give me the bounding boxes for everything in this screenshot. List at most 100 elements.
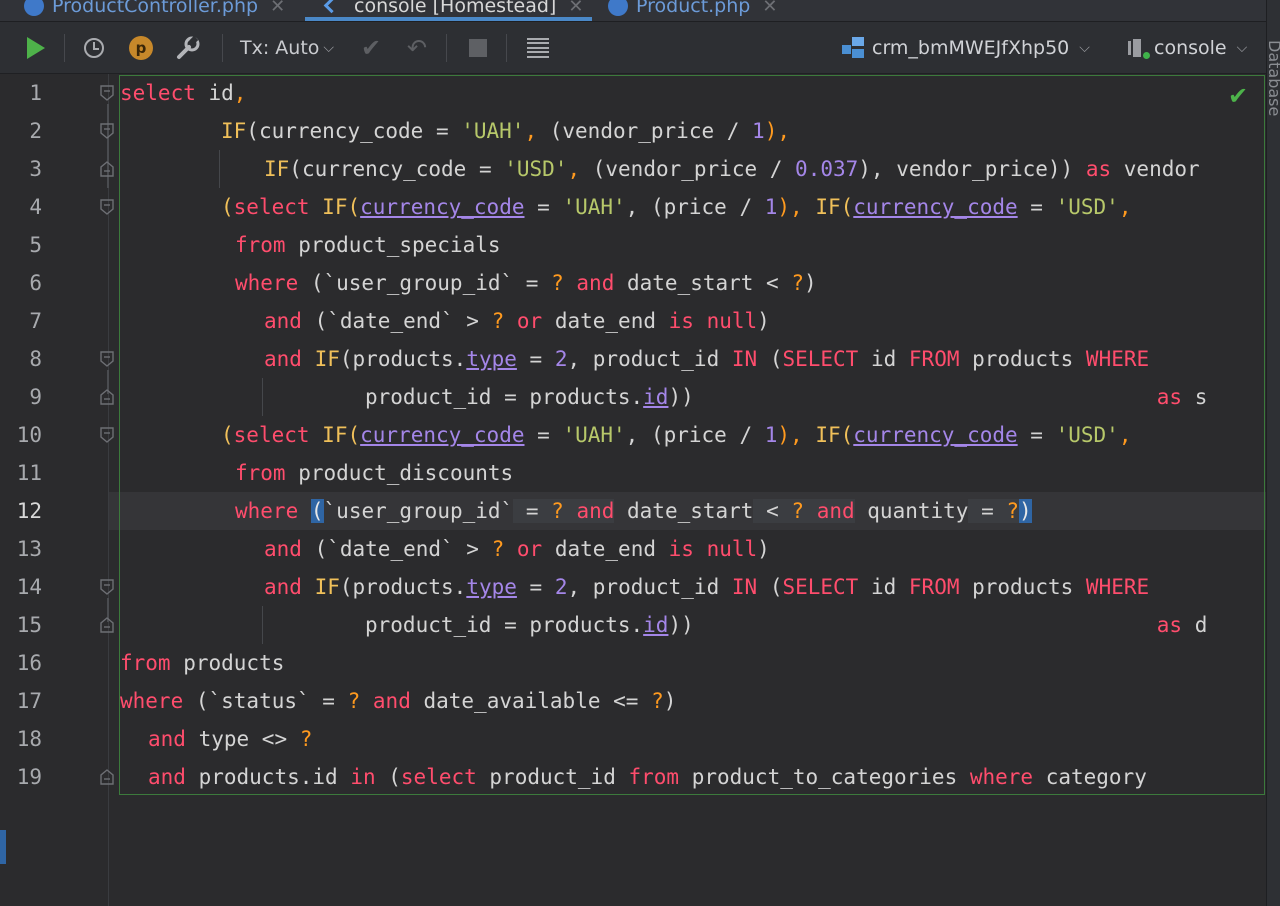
tab-product-controller[interactable]: ProductController.php ✕ [24,0,285,21]
paren: ( [221,195,234,219]
console-session-icon [1128,37,1150,59]
punctuation: ), [777,423,816,447]
fold-open-icon[interactable] [100,199,114,215]
code-line-17[interactable]: where (`status` = ? and date_available <… [120,682,1264,720]
identifier: id [858,575,909,599]
code-line-16[interactable]: from products [120,644,1264,682]
database-panel-label[interactable]: Database [1265,40,1280,116]
column-reference[interactable]: currency_code [853,423,1017,447]
number-literal: 1 [764,423,778,447]
paren: ) [757,537,770,561]
matched-bracket: ( [310,499,324,523]
fold-close-icon[interactable] [100,769,114,785]
close-icon[interactable]: ✕ [270,0,285,17]
line-number: 1 [29,81,42,105]
fold-open-icon[interactable] [100,85,114,101]
code-line-4[interactable]: (select IF(currency_code = 'UAH', (price… [120,188,1280,226]
expression: date_end [542,309,669,333]
code-line-1[interactable]: select id, [120,74,1264,112]
line-number: 7 [29,309,42,333]
history-button[interactable] [80,22,108,73]
transaction-mode-dropdown[interactable]: Tx: Auto ⌵ [240,22,338,73]
table-name: product_specials [285,233,501,257]
rollback-button[interactable]: ↶ [402,22,432,73]
column-reference[interactable]: currency_code [853,195,1017,219]
paren: ( [840,195,854,219]
paren: ( [375,765,401,789]
paren: ) [757,309,770,333]
number-literal: 1 [764,195,778,219]
wrench-icon [177,35,200,59]
expression: date_end [542,537,669,561]
code-line-14[interactable]: and IF(products.type = 2, product_id IN … [120,568,1280,606]
session-selector[interactable]: console ⌵ [1128,22,1256,73]
keyword: and [576,271,615,295]
expression: (vendor_price / [592,157,796,181]
active-tab-indicator [305,17,592,21]
tab-product[interactable]: Product.php ✕ [608,0,777,21]
output-grid-button[interactable] [524,22,552,73]
code-line-5[interactable]: from product_specials [120,226,1280,264]
number-literal: 2 [554,575,568,599]
fold-open-icon[interactable] [100,123,114,139]
table-name: product_discounts [285,461,514,485]
function: IF [221,119,247,143]
column-reference[interactable]: currency_code [360,195,524,219]
code-line-2[interactable]: IF(currency_code = 'UAH', (vendor_price … [120,112,1280,150]
code-line-9[interactable]: product_id = products.id)) as s [120,378,1280,416]
column-reference[interactable]: id [643,613,668,637]
code-line-12[interactable]: where (`user_group_id` = ? and date_star… [120,492,1280,530]
fold-close-icon[interactable] [100,617,114,633]
column-reference[interactable]: currency_code [360,423,524,447]
close-icon[interactable]: ✕ [568,0,583,17]
string-literal: 'UAH' [562,195,626,219]
code-line-8[interactable]: and IF(products.type = 2, product_id IN … [120,340,1280,378]
expression: (`date_end` > [301,537,492,561]
expression: , product_id [567,347,732,371]
profile-button[interactable]: p [126,22,156,73]
column-reference[interactable]: type [466,575,517,599]
fold-open-icon[interactable] [100,579,114,595]
placeholder: ? [491,537,505,561]
fold-open-icon[interactable] [100,351,114,367]
table-name: products [959,347,1086,371]
keyword: is [668,537,694,561]
code-line-6[interactable]: where (`user_group_id` = ? and date_star… [120,264,1280,302]
code-line-7[interactable]: and (`date_end` > ? or date_end is null) [120,302,1280,340]
keyword: in [350,765,376,789]
code-line-15[interactable]: product_id = products.id)) as d [120,606,1280,644]
code-line-11[interactable]: from product_discounts [120,454,1280,492]
column-reference[interactable]: type [466,347,517,371]
keyword: and [576,499,615,523]
commit-button[interactable]: ✔ [356,22,386,73]
code-line-18[interactable]: and type <> ? [120,720,1280,758]
keyword: as [1085,157,1112,181]
sql-editor[interactable]: ✔ 1 2 3 4 5 6 7 8 9 10 11 12 13 14 15 16… [0,74,1266,906]
keyword: or [516,309,543,333]
fold-close-icon[interactable] [100,161,114,177]
datasource-selector[interactable]: crm_bmMWEJfXhp50 ⌵ [842,22,1104,73]
code-line-10[interactable]: (select IF(currency_code = 'UAH', (price… [120,416,1280,454]
operator: = [968,499,1007,523]
code-line-3[interactable]: IF(currency_code = 'USD', (vendor_price … [120,150,1280,188]
settings-button[interactable] [172,22,204,73]
fold-close-icon[interactable] [100,389,114,405]
table-name: product_to_categories [679,765,970,789]
expression: product_id = products. [365,613,644,637]
string-literal: 'USD' [1055,195,1119,219]
column-reference[interactable]: id [643,385,668,409]
line-number: 11 [16,461,42,485]
keyword: FROM [908,347,960,371]
close-icon[interactable]: ✕ [762,0,777,17]
expression: (currency_code = [289,157,505,181]
stop-button[interactable] [464,22,492,73]
string-literal: 'USD' [504,157,568,181]
clock-icon [84,37,104,58]
fold-open-icon[interactable] [100,427,114,443]
code-line-19[interactable]: and products.id in (select product_id fr… [120,758,1280,796]
run-button[interactable] [22,22,50,73]
code-line-13[interactable]: and (`date_end` > ? or date_end is null) [120,530,1280,568]
